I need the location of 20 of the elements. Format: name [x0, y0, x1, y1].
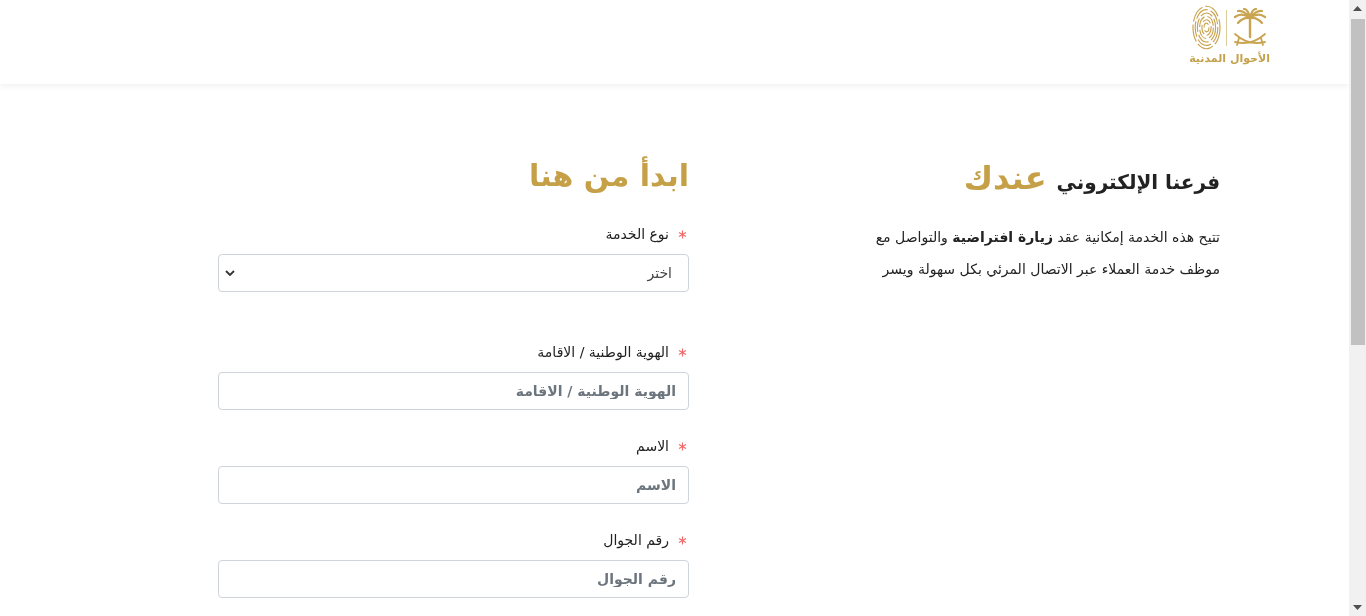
chevron-down-icon [225, 270, 235, 276]
input-field[interactable]: رقم الجوال [218, 560, 689, 598]
intro-description: تتيح هذه الخدمة إمكانية عقد زيارة افتراضية والتواصل مع موظف خدمة العملاء عبر الاتصال المرئي بكل سهولة ويسر [874, 228, 1220, 280]
field-label: الاسم [636, 438, 669, 454]
intro-title: فرعنا الإلكتروني [1056, 169, 1220, 197]
scroll-down-arrow-icon[interactable] [1353, 605, 1362, 610]
field-label: رقم الجوال [603, 532, 669, 548]
intro-highlight: عندك [963, 158, 1047, 199]
logo-text: الأحوال المدنية [1189, 52, 1270, 65]
palm-swords-icon [1231, 8, 1268, 47]
form-title: ابدأ من هنا [529, 155, 689, 195]
scroll-up-arrow-icon[interactable] [1353, 6, 1362, 11]
input-field[interactable]: الاسم [218, 466, 689, 504]
scrollbar-thumb[interactable] [1350, 19, 1365, 345]
scrollbar[interactable] [1349, 0, 1366, 616]
fingerprint-icon [1191, 5, 1221, 50]
field-label: الهوية الوطنية / الاقامة [537, 344, 669, 360]
select-field[interactable]: اختر [218, 254, 689, 292]
field-label: نوع الخدمة [605, 226, 669, 242]
input-field[interactable]: الهوية الوطنية / الاقامة [218, 372, 689, 410]
